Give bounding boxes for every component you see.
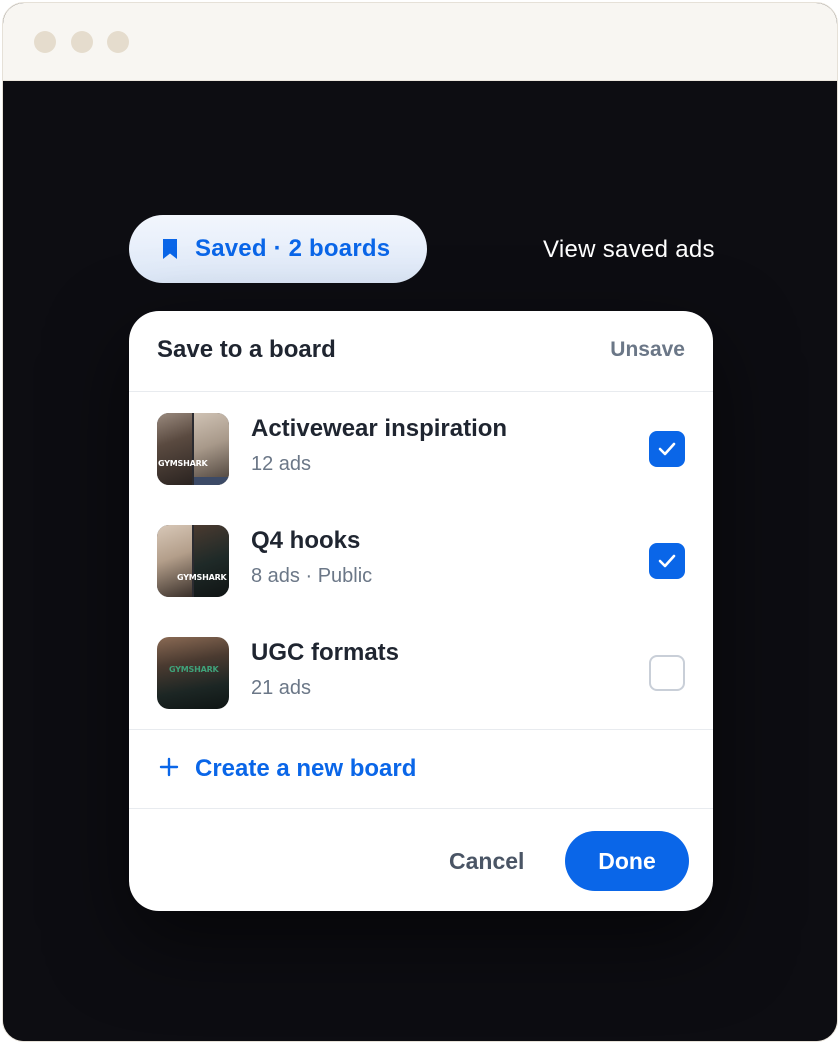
board-meta: 21 ads [251,677,312,699]
board-row-ugc-formats[interactable]: GYMSHARK UGC formats 21 ads [129,617,713,729]
board-name: UGC formats [251,639,400,666]
app-window: Saved · 2 boards View saved ads Save to … [2,2,838,1042]
window-titlebar [3,3,837,81]
board-row-q4-hooks[interactable]: GYMSHARK Q4 hooks 8 ads · Public [129,505,713,617]
checkmark-icon [658,554,676,568]
window-minimize-dot[interactable] [71,31,93,53]
done-button[interactable]: Done [565,831,689,891]
cancel-button[interactable]: Cancel [449,848,524,875]
board-thumbnail: GYMSHARK [157,525,229,597]
plus-icon [159,757,179,777]
saved-status-label: Saved · 2 boards [195,235,391,262]
create-new-board-label: Create a new board [195,755,417,782]
board-thumbnail: GYMSHARK [157,413,229,485]
board-checkbox-checked[interactable] [649,431,685,467]
thumbnail-brand-text: GYMSHARK [169,665,219,674]
saved-status-button[interactable]: Saved · 2 boards [129,215,427,283]
view-saved-ads-link[interactable]: View saved ads [543,236,715,264]
board-thumbnail: GYMSHARK [157,637,229,709]
panel-header: Save to a board Unsave [129,311,713,392]
board-name: Q4 hooks [251,527,361,554]
thumbnail-brand-text: GYMSHARK [177,573,227,582]
thumbnail-brand-text: GYMSHARK [158,459,208,468]
unsave-button[interactable]: Unsave [610,338,685,362]
window-maximize-dot[interactable] [107,31,129,53]
board-row-activewear-inspiration[interactable]: GYMSHARK Activewear inspiration 12 ads [129,393,713,505]
panel-title: Save to a board [157,336,336,363]
board-name: Activewear inspiration [251,415,508,442]
bookmark-icon [163,239,177,259]
board-checkbox-checked[interactable] [649,543,685,579]
window-close-dot[interactable] [34,31,56,53]
create-new-board-button[interactable]: Create a new board [129,729,713,809]
checkmark-icon [658,442,676,456]
board-meta: 8 ads · Public [251,565,373,587]
board-checkbox-unchecked[interactable] [649,655,685,691]
save-to-board-panel: Save to a board Unsave GYMSHARK Activewe… [129,311,713,911]
board-meta: 12 ads [251,453,312,475]
main-content: Saved · 2 boards View saved ads Save to … [3,81,837,1041]
